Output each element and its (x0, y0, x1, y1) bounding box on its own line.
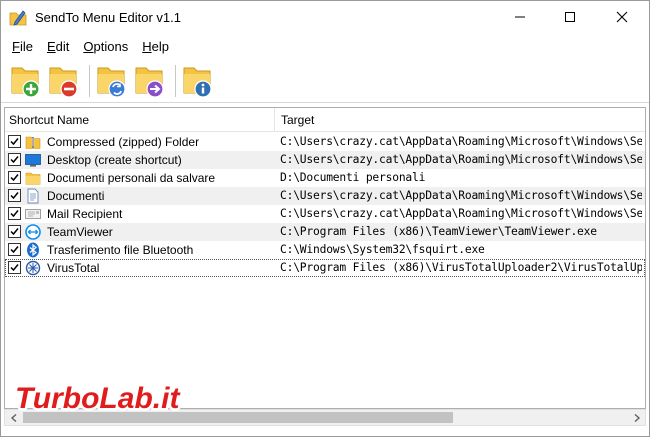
window-title: SendTo Menu Editor v1.1 (35, 10, 181, 25)
toolbar-separator (89, 65, 90, 97)
row-checkbox[interactable] (8, 135, 21, 148)
maximize-icon (565, 12, 575, 22)
table-row[interactable]: Desktop (create shortcut) C:\Users\crazy… (5, 151, 645, 169)
row-target: C:\Program Files (x86)\VirusTotalUploade… (280, 261, 642, 274)
table-row[interactable]: VirusTotal C:\Program Files (x86)\VirusT… (5, 259, 645, 277)
row-checkbox[interactable] (8, 153, 21, 166)
document-icon (27, 188, 39, 204)
row-name: Documenti (47, 189, 105, 203)
table-row[interactable]: Documenti personali da salvare D:\Docume… (5, 169, 645, 187)
minimize-button[interactable] (497, 1, 543, 33)
row-target: D:\Documenti personali (280, 171, 426, 184)
list-rows: Compressed (zipped) Folder C:\Users\craz… (5, 133, 645, 277)
folder-icon (25, 172, 41, 185)
move-button[interactable] (133, 62, 169, 100)
title-bar[interactable]: SendTo Menu Editor v1.1 (1, 1, 649, 33)
maximize-button[interactable] (547, 1, 593, 33)
toolbar (1, 59, 649, 103)
zip-folder-icon (25, 136, 41, 149)
row-target: C:\Windows\System32\fsquirt.exe (280, 243, 485, 256)
refresh-button[interactable] (95, 62, 131, 100)
desktop-icon (25, 154, 41, 167)
table-row[interactable]: Trasferimento file Bluetooth C:\Windows\… (5, 241, 645, 259)
shortcut-list[interactable]: Shortcut Name Target Compressed (zipped)… (4, 107, 646, 409)
row-target: C:\Users\crazy.cat\AppData\Roaming\Micro… (280, 153, 642, 166)
row-target: C:\Users\crazy.cat\AppData\Roaming\Micro… (280, 189, 642, 202)
folder-info-icon (183, 67, 212, 98)
turbolab-watermark-logo: TurboLab.it TurboLab.it (13, 380, 184, 416)
folder-remove-icon (49, 67, 78, 98)
row-name: Compressed (zipped) Folder (47, 135, 200, 149)
row-name: Mail Recipient (47, 207, 123, 221)
virustotal-icon (25, 260, 41, 276)
row-checkbox[interactable] (8, 225, 21, 238)
menu-bar: File Edit Options Help (1, 35, 649, 57)
watermark-text: TurboLab.it (15, 382, 181, 415)
mail-icon (25, 209, 41, 219)
toolbar-separator (175, 65, 176, 97)
row-target: C:\Users\crazy.cat\AppData\Roaming\Micro… (280, 207, 642, 220)
chevron-right-icon (634, 413, 640, 422)
table-row[interactable]: Compressed (zipped) Folder C:\Users\craz… (5, 133, 645, 151)
column-header-name[interactable]: Shortcut Name (5, 108, 89, 132)
column-header-target[interactable]: Target (277, 108, 314, 132)
table-row[interactable]: Mail Recipient C:\Users\crazy.cat\AppDat… (5, 205, 645, 223)
about-button[interactable] (181, 62, 217, 100)
table-row[interactable]: Documenti C:\Users\crazy.cat\AppData\Roa… (5, 187, 645, 205)
close-icon (616, 11, 628, 23)
bluetooth-icon (27, 242, 39, 258)
row-name: Documenti personali da salvare (47, 171, 216, 185)
app-window: SendTo Menu Editor v1.1 File Edit Option… (0, 0, 650, 437)
close-button[interactable] (599, 1, 645, 33)
menu-file[interactable]: File (5, 37, 40, 56)
add-shortcut-button[interactable] (9, 62, 45, 100)
row-name: VirusTotal (47, 261, 100, 275)
scroll-right-button[interactable] (628, 410, 645, 425)
remove-shortcut-button[interactable] (47, 62, 83, 100)
row-checkbox[interactable] (8, 261, 21, 274)
folder-refresh-icon (97, 67, 126, 98)
row-name: Desktop (create shortcut) (47, 153, 182, 167)
row-name: Trasferimento file Bluetooth (47, 243, 194, 257)
app-icon (9, 10, 27, 26)
teamviewer-icon (25, 224, 41, 240)
row-checkbox[interactable] (8, 243, 21, 256)
menu-help[interactable]: Help (135, 37, 176, 56)
row-target: C:\Users\crazy.cat\AppData\Roaming\Micro… (280, 135, 642, 148)
menu-edit[interactable]: Edit (40, 37, 76, 56)
folder-arrow-icon (135, 67, 164, 98)
list-header: Shortcut Name Target (5, 108, 645, 132)
row-target: C:\Program Files (x86)\TeamViewer\TeamVi… (280, 225, 597, 238)
row-name: TeamViewer (47, 225, 113, 239)
row-checkbox[interactable] (8, 207, 21, 220)
menu-options[interactable]: Options (76, 37, 135, 56)
folder-add-icon (11, 67, 40, 98)
row-checkbox[interactable] (8, 189, 21, 202)
minimize-icon (515, 16, 525, 18)
table-row[interactable]: TeamViewer C:\Program Files (x86)\TeamVi… (5, 223, 645, 241)
row-checkbox[interactable] (8, 171, 21, 184)
column-resize-handle[interactable] (274, 108, 275, 132)
